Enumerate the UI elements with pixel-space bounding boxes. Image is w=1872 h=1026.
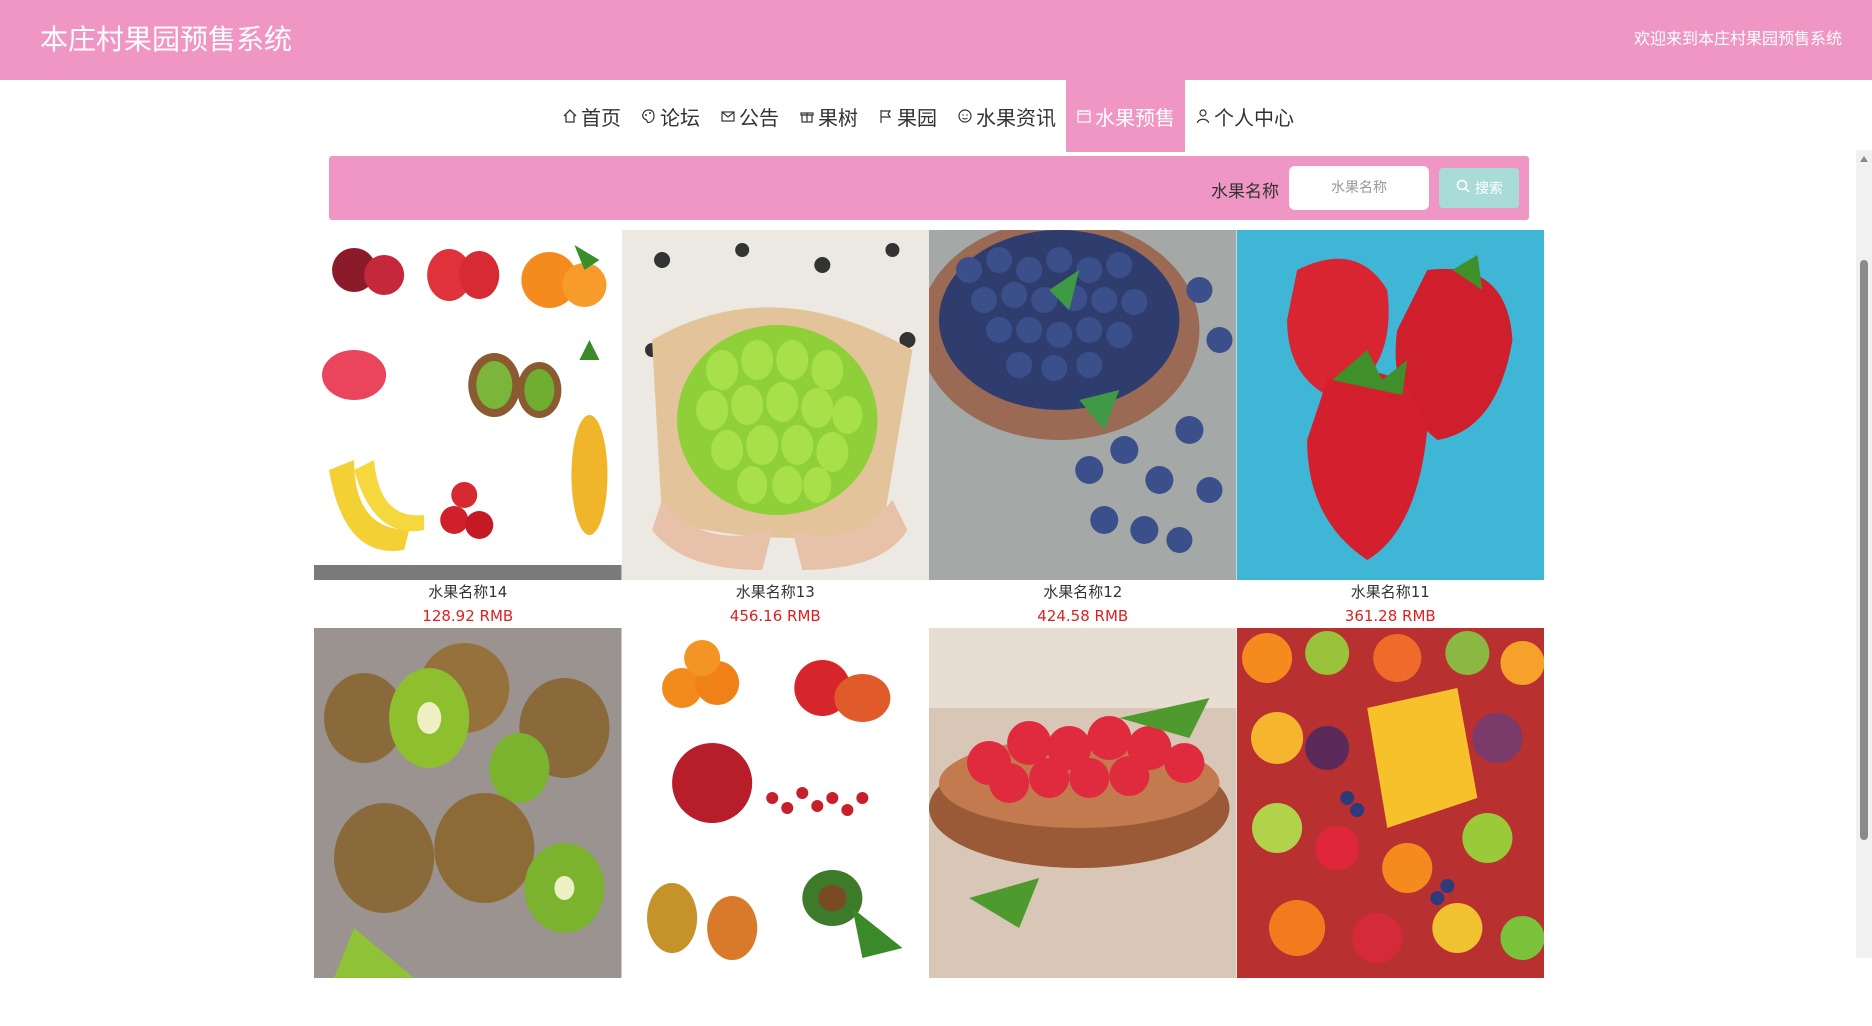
calendar-icon: [1076, 108, 1092, 124]
search-input[interactable]: [1289, 166, 1429, 210]
smile-icon: [957, 108, 973, 124]
page-scrollbar[interactable]: [1856, 150, 1872, 958]
nav-item-notice[interactable]: 公告: [710, 80, 789, 152]
user-icon: [1195, 108, 1211, 124]
product-card[interactable]: 水果名称12 424.58 RMB: [929, 230, 1237, 628]
nav-item-trees[interactable]: 果树: [789, 80, 868, 152]
product-image-mixed-produce[interactable]: [621, 628, 929, 978]
nav-item-orchard[interactable]: 果园: [868, 80, 947, 152]
product-name: 水果名称13: [735, 583, 815, 601]
product-name: 水果名称11: [1350, 583, 1430, 601]
search-bar: 水果名称 搜索: [329, 156, 1529, 220]
search-button-label: 搜索: [1475, 181, 1503, 197]
nav-label: 果树: [818, 105, 858, 130]
welcome-text: 欢迎来到本庄村果园预售系统: [1633, 29, 1842, 48]
nav-item-profile[interactable]: 个人中心: [1185, 80, 1304, 152]
product-card[interactable]: [314, 628, 622, 1026]
product-price: 361.28 RMB: [1344, 607, 1436, 625]
search-label: 水果名称: [1211, 182, 1279, 202]
product-card[interactable]: 水果名称14 128.92 RMB: [314, 230, 622, 628]
product-card[interactable]: [929, 628, 1237, 1026]
nav-label: 个人中心: [1214, 105, 1294, 130]
palette-icon: [641, 108, 657, 124]
product-grid: 水果名称14 128.92 RMB 水果名称13 456.16 RMB 水果名称…: [314, 230, 1544, 1026]
site-header: 本庄村果园预售系统 欢迎来到本庄村果园预售系统: [0, 0, 1872, 80]
search-icon: [1455, 178, 1471, 198]
product-card[interactable]: 水果名称13 456.16 RMB: [621, 230, 929, 628]
product-image-grapes[interactable]: [621, 230, 929, 580]
scroll-thumb[interactable]: [1860, 260, 1868, 840]
search-button[interactable]: 搜索: [1439, 168, 1519, 208]
product-card[interactable]: [1236, 628, 1544, 1026]
product-image-raspberries[interactable]: [929, 628, 1237, 978]
gift-icon: [799, 108, 815, 124]
product-name: 水果名称14: [428, 583, 508, 601]
nav-item-news[interactable]: 水果资讯: [947, 80, 1066, 152]
product-image-kiwis[interactable]: [314, 628, 622, 978]
product-price: 128.92 RMB: [422, 607, 514, 625]
product-price: 424.58 RMB: [1037, 607, 1129, 625]
product-image-mixed-fruits[interactable]: [314, 230, 622, 580]
product-image-strawberries[interactable]: [1236, 230, 1544, 580]
product-image-fruit-platter[interactable]: [1236, 628, 1544, 978]
product-name: 水果名称12: [1043, 583, 1123, 601]
site-title: 本庄村果园预售系统: [40, 23, 293, 56]
product-card[interactable]: 水果名称11 361.28 RMB: [1236, 230, 1544, 628]
product-price: 456.16 RMB: [729, 607, 821, 625]
nav-label: 公告: [739, 105, 779, 130]
nav-label: 论坛: [660, 105, 700, 130]
mail-icon: [720, 108, 736, 124]
scroll-up-arrow-icon[interactable]: [1860, 156, 1868, 162]
nav-item-home[interactable]: 首页: [552, 80, 631, 152]
home-icon: [562, 108, 578, 124]
nav-item-forum[interactable]: 论坛: [631, 80, 710, 152]
product-image-blueberries[interactable]: [929, 230, 1237, 580]
nav-label: 首页: [581, 105, 621, 130]
nav-label: 果园: [897, 105, 937, 130]
nav-item-presale[interactable]: 水果预售: [1066, 80, 1185, 152]
main-nav: 首页 论坛 公告 果树 果园 水果资讯 水果预售 个人中心: [0, 80, 1856, 152]
nav-label: 水果预售: [1095, 105, 1175, 130]
flag-icon: [878, 108, 894, 124]
product-card[interactable]: [621, 628, 929, 1026]
nav-label: 水果资讯: [976, 105, 1056, 130]
